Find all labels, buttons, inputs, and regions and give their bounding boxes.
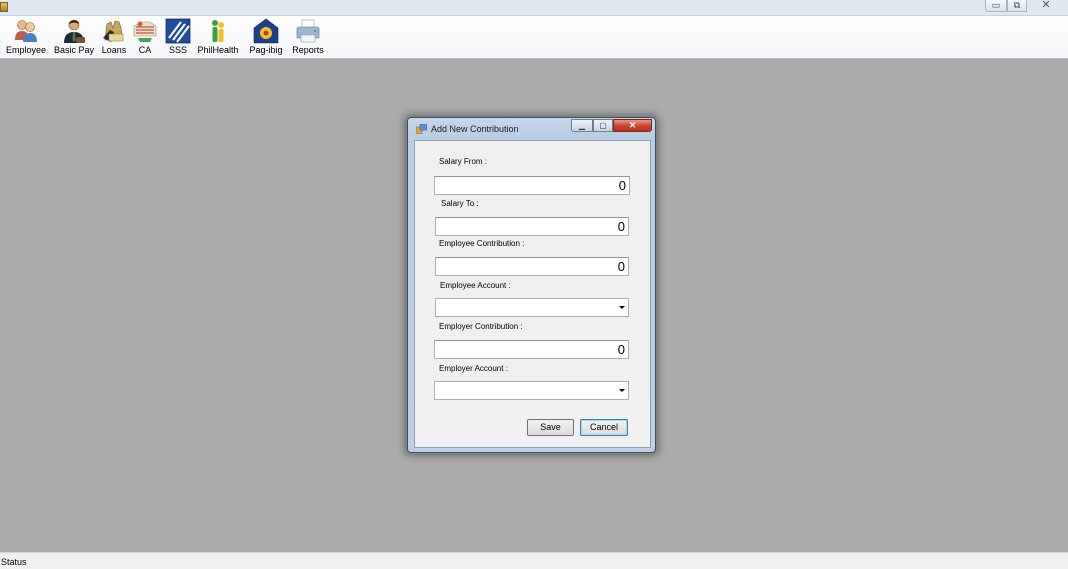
toolbar-loans-button[interactable]: Loans — [100, 18, 128, 58]
employee-contribution-label: Employee Contribution : — [439, 239, 525, 248]
toolbar-label: PhilHealth — [197, 45, 239, 55]
cancel-button[interactable]: Cancel — [580, 419, 628, 436]
toolbar-label: CA — [138, 45, 152, 55]
employee-account-label: Employee Account : — [440, 281, 511, 290]
employee-contribution-input[interactable]: 0 — [435, 257, 629, 276]
employee-account-select[interactable] — [435, 298, 629, 317]
toolbar-philhealth-button[interactable]: PhilHealth — [195, 18, 241, 58]
salary-to-input[interactable]: 0 — [435, 217, 629, 236]
toolbar-reports-button[interactable]: Reports — [290, 18, 326, 58]
toolbar-ca-button[interactable]: CA — [130, 18, 160, 58]
chevron-down-icon — [619, 306, 625, 309]
status-label: Status — [1, 557, 27, 567]
money-bag-icon — [101, 18, 127, 44]
toolbar-pagibig-button[interactable]: Pag-ibig — [246, 18, 286, 58]
toolbar-sss-button[interactable]: SSS — [164, 18, 192, 58]
employee-group-icon — [13, 18, 39, 44]
businessman-icon — [61, 18, 87, 44]
cash-advance-icon — [132, 18, 158, 44]
printer-icon — [295, 18, 321, 44]
dialog-minimize-button[interactable]: ▁ — [571, 119, 593, 132]
dialog-app-icon — [415, 123, 428, 135]
employer-account-label: Employer Account : — [439, 364, 508, 373]
app-icon — [0, 2, 8, 12]
save-button[interactable]: Save — [527, 419, 574, 436]
salary-from-label: Salary From : — [439, 157, 488, 166]
toolbar-label: SSS — [168, 45, 187, 55]
salary-to-label: Salary To : — [441, 199, 479, 208]
toolbar-employee-button[interactable]: Employee — [4, 18, 48, 58]
employer-contribution-input[interactable]: 0 — [434, 340, 629, 359]
toolbar-basic-pay-button[interactable]: Basic Pay — [52, 18, 96, 58]
toolbar-label: Employee — [5, 45, 47, 55]
employer-contribution-label: Employer Contribution : — [439, 322, 523, 331]
philhealth-logo-icon — [205, 18, 231, 44]
pagibig-logo-icon — [253, 18, 279, 44]
add-contribution-dialog: Add New Contribution ▁ ▢ ✕ Salary From :… — [407, 117, 656, 453]
minimize-button[interactable]: ▭ — [985, 0, 1007, 12]
dialog-title: Add New Contribution — [431, 124, 519, 134]
main-toolbar: Employee Basic Pay Loans CA SSS PhilHeal… — [0, 16, 1068, 59]
salary-from-input[interactable]: 0 — [434, 176, 630, 195]
chevron-down-icon — [619, 389, 625, 392]
sss-logo-icon — [165, 18, 191, 44]
dialog-body: Salary From : 0 Salary To : 0 Employee C… — [414, 140, 651, 448]
dialog-maximize-button[interactable]: ▢ — [593, 119, 613, 132]
main-title-bar: ▭ ⧉ ✕ — [0, 0, 1068, 16]
close-button[interactable]: ✕ — [1027, 0, 1065, 12]
toolbar-label: Loans — [101, 45, 127, 55]
employer-account-select[interactable] — [434, 381, 629, 400]
toolbar-label: Pag-ibig — [249, 45, 283, 55]
toolbar-label: Basic Pay — [53, 45, 95, 55]
restore-button[interactable]: ⧉ — [1007, 0, 1027, 12]
toolbar-label: Reports — [292, 45, 324, 55]
status-bar: Status — [0, 552, 1068, 569]
dialog-close-button[interactable]: ✕ — [613, 119, 652, 132]
